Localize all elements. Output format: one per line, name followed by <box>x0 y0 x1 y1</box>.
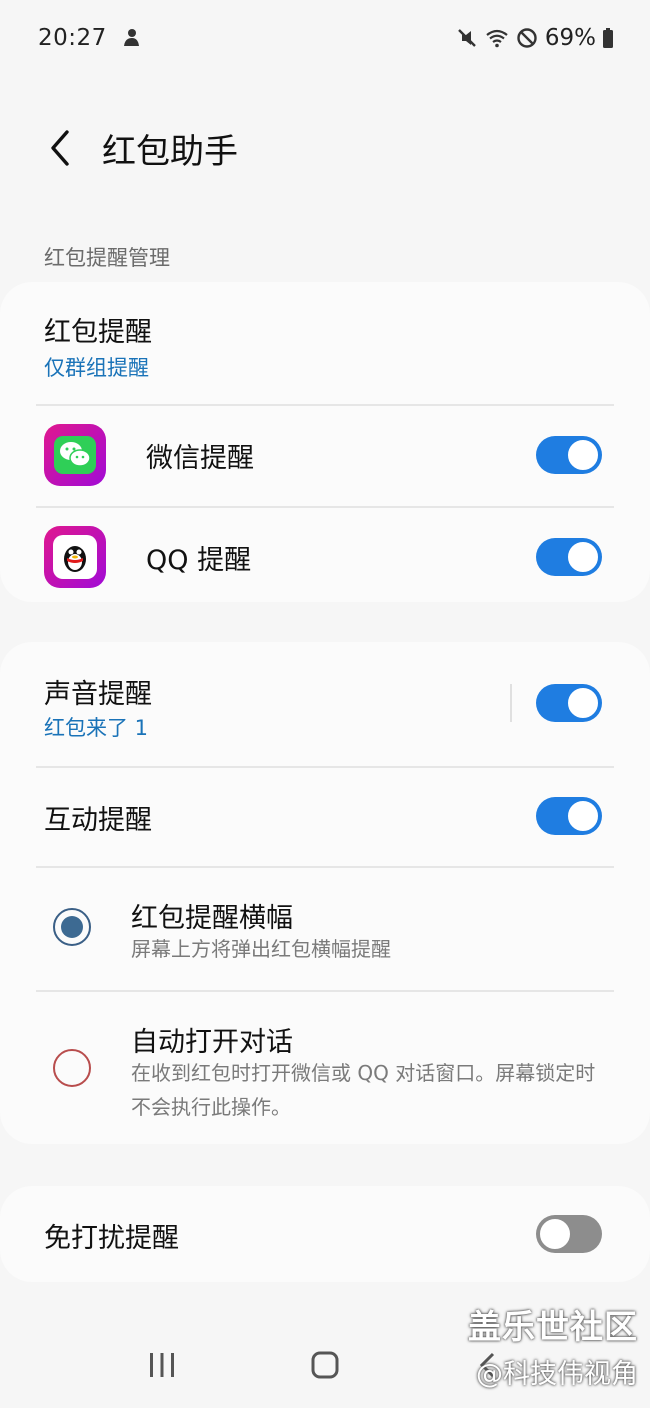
notification-app-icon <box>123 29 139 46</box>
banner-option-row[interactable]: 红包提醒横幅 屏幕上方将弹出红包横幅提醒 <box>0 868 650 990</box>
alert-options-card: 声音提醒 红包来了 1 互动提醒 红包提醒横幅 屏幕上方将弹出红包横幅提醒 自动… <box>0 642 650 1144</box>
auto-open-option-radio[interactable] <box>53 1049 91 1087</box>
recent-apps-icon <box>149 1353 174 1377</box>
home-icon <box>311 1351 339 1379</box>
watermark-line2: @科技伟视角 <box>476 1359 638 1390</box>
status-right: 69% <box>455 25 614 51</box>
wechat-icon <box>44 424 106 486</box>
banner-option-desc: 屏幕上方将弹出红包横幅提醒 <box>131 937 391 961</box>
watermark: 盖乐世社区 @科技伟视角 <box>468 1300 638 1391</box>
block-icon <box>517 28 537 48</box>
qq-alert-toggle[interactable] <box>536 538 602 576</box>
red-packet-alert-row[interactable]: 红包提醒 仅群组提醒 <box>0 282 650 404</box>
wechat-alert-toggle[interactable] <box>536 436 602 474</box>
recent-apps-button[interactable] <box>132 1335 192 1395</box>
qq-alert-row[interactable]: QQ 提醒 <box>0 508 650 608</box>
red-packet-alert-subtitle: 仅群组提醒 <box>44 356 149 380</box>
status-left: 20:27 <box>38 25 143 51</box>
interaction-alert-title: 互动提醒 <box>44 805 152 836</box>
dnd-alert-row[interactable]: 免打扰提醒 <box>0 1186 650 1282</box>
qq-alert-label: QQ 提醒 <box>146 545 252 576</box>
wechat-alert-label: 微信提醒 <box>146 443 254 474</box>
sound-alert-row[interactable]: 声音提醒 红包来了 1 <box>0 642 650 766</box>
banner-option-title: 红包提醒横幅 <box>131 903 293 934</box>
auto-open-option-title: 自动打开对话 <box>131 1027 293 1058</box>
status-bar: 20:27 69% <box>0 0 650 76</box>
back-button[interactable] <box>30 118 90 178</box>
status-time: 20:27 <box>38 25 107 51</box>
page-header: 红包助手 <box>0 100 650 196</box>
dnd-alert-card: 免打扰提醒 <box>0 1186 650 1282</box>
mute-icon <box>458 29 476 47</box>
interaction-alert-toggle[interactable] <box>536 797 602 835</box>
battery-percentage: 69% <box>544 25 596 51</box>
qq-icon <box>44 526 106 588</box>
red-packet-alert-card: 红包提醒 仅群组提醒 微信提醒 QQ 提醒 <box>0 282 650 602</box>
dnd-alert-title: 免打扰提醒 <box>44 1223 179 1254</box>
watermark-line1: 盖乐世社区 <box>468 1307 638 1346</box>
vertical-separator <box>510 684 512 722</box>
interaction-alert-row[interactable]: 互动提醒 <box>0 768 650 866</box>
red-packet-alert-title: 红包提醒 <box>44 317 152 348</box>
home-button[interactable] <box>295 1335 355 1395</box>
wechat-alert-row[interactable]: 微信提醒 <box>0 406 650 506</box>
banner-option-radio[interactable] <box>53 908 91 946</box>
wifi-icon <box>486 29 508 48</box>
battery-icon <box>603 28 613 48</box>
sound-alert-toggle[interactable] <box>536 684 602 722</box>
page-title: 红包助手 <box>102 131 238 172</box>
sound-alert-title: 声音提醒 <box>44 679 152 710</box>
dnd-alert-toggle[interactable] <box>536 1215 602 1253</box>
chevron-left-icon <box>51 130 69 166</box>
sound-alert-subtitle: 红包来了 1 <box>44 716 149 740</box>
section-label: 红包提醒管理 <box>44 246 170 270</box>
auto-open-option-row[interactable]: 自动打开对话 在收到红包时打开微信或 QQ 对话窗口。屏幕锁定时不会执行此操作。 <box>0 992 650 1142</box>
auto-open-option-desc: 在收到红包时打开微信或 QQ 对话窗口。屏幕锁定时不会执行此操作。 <box>131 1061 596 1119</box>
